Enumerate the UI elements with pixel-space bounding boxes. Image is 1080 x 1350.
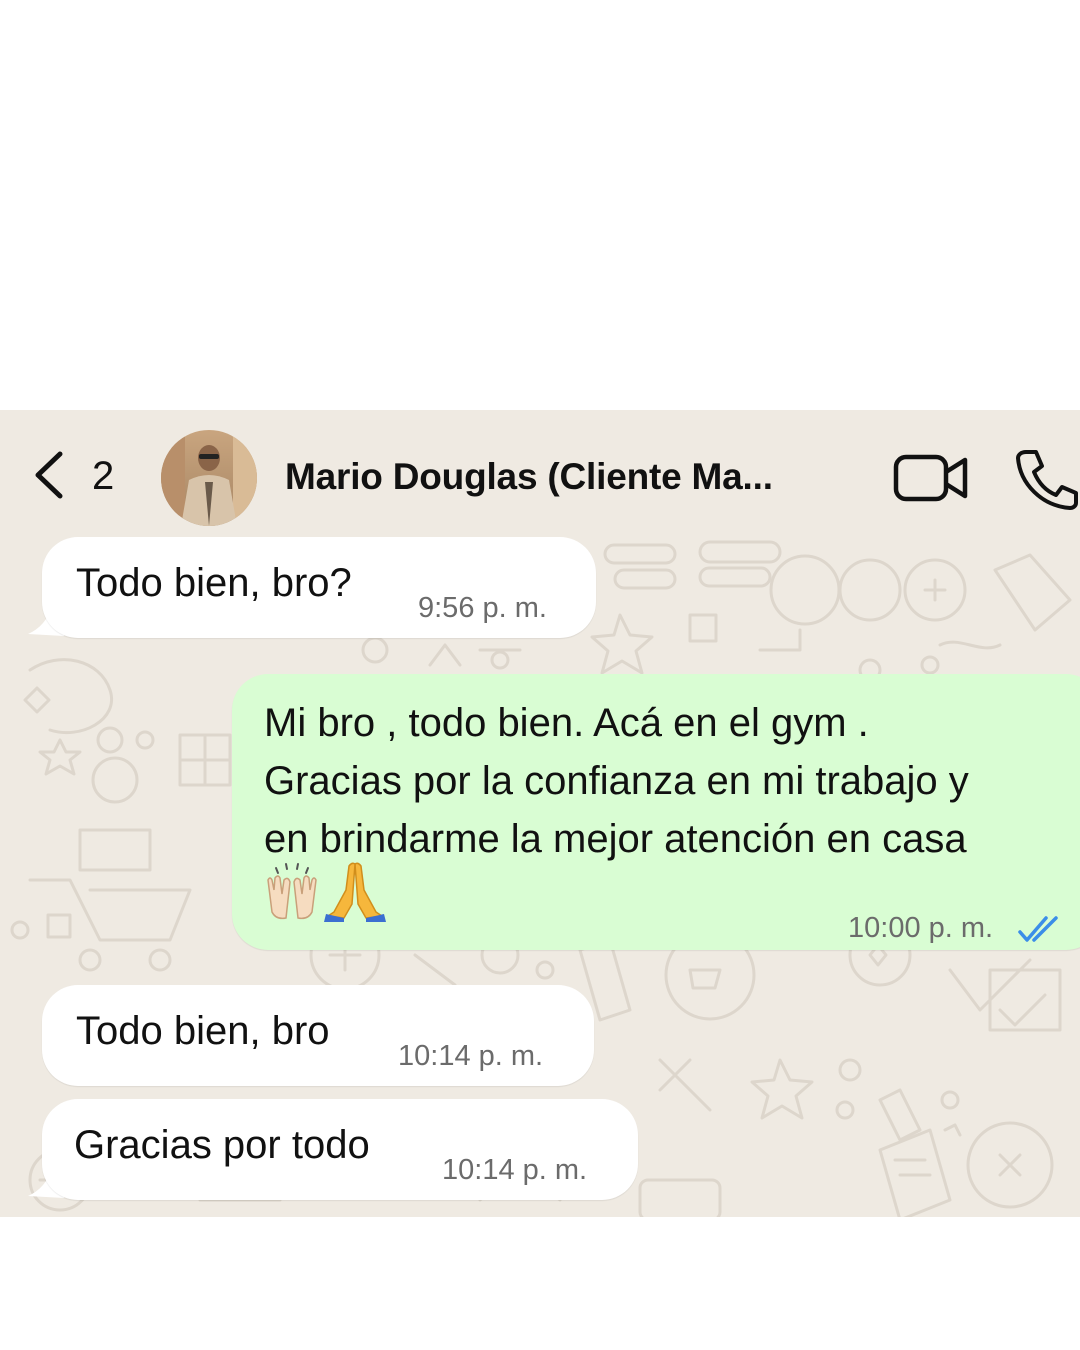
avatar[interactable] (161, 430, 257, 526)
unread-count[interactable]: 2 (92, 454, 114, 499)
message-time: 9:56 p. m. (418, 592, 547, 624)
message-text: Mi bro , todo bien. Acá en el gym . Grac… (264, 694, 969, 868)
chat-header: 2 Mario Douglas (Cliente Ma... (0, 410, 1080, 538)
message-bubble-incoming[interactable]: Todo bien, bro 10:14 p. m. (42, 985, 594, 1086)
folded-hands-icon (324, 862, 386, 922)
message-text: Todo bien, bro? (76, 561, 352, 605)
message-text: Todo bien, bro (76, 1009, 330, 1053)
message-bubble-incoming[interactable]: Gracias por todo 10:14 p. m. (42, 1099, 638, 1200)
message-time: 10:14 p. m. (398, 1040, 544, 1072)
contact-name[interactable]: Mario Douglas (Cliente Ma... (285, 456, 773, 498)
message-line: Mi bro , todo bien. Acá en el gym . (264, 701, 869, 745)
message-bubble-outgoing[interactable]: Mi bro , todo bien. Acá en el gym . Grac… (232, 674, 1080, 950)
back-chevron-icon[interactable] (30, 450, 70, 500)
message-time: 10:00 p. m. (848, 912, 994, 944)
message-time: 10:14 p. m. (442, 1154, 588, 1186)
message-bubble-incoming[interactable]: Todo bien, bro? 9:56 p. m. (42, 537, 596, 638)
message-line: Gracias por la confianza en mi trabajo y (264, 759, 969, 803)
video-call-icon[interactable] (893, 452, 969, 504)
raising-hands-icon (267, 863, 317, 920)
phone-call-icon[interactable] (1014, 448, 1080, 510)
emoji-row (267, 862, 386, 922)
read-receipt-icon (1018, 916, 1058, 942)
message-text: Gracias por todo (74, 1123, 370, 1167)
chat-screen: 2 Mario Douglas (Cliente Ma... Todo bien… (0, 410, 1080, 1217)
